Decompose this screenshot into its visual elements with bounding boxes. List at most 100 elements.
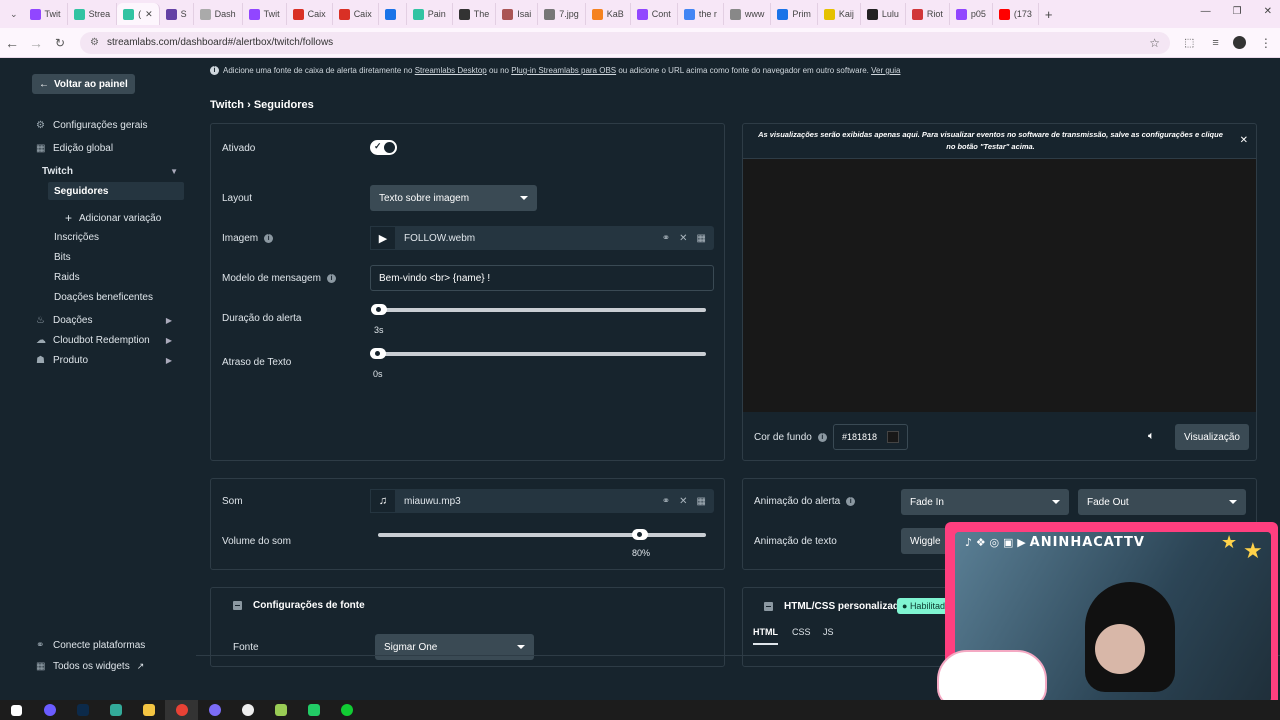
streamlabs-desktop-link[interactable]: Streamlabs Desktop: [415, 66, 487, 75]
sound-file-picker[interactable]: ♫ miauwu.mp3 ⚭ ✕ ▦: [370, 489, 714, 513]
gallery-icon[interactable]: ▦: [697, 496, 706, 507]
file-explorer-icon[interactable]: [132, 700, 165, 720]
browser-tab[interactable]: Lulu: [861, 3, 906, 25]
info-icon[interactable]: i: [846, 496, 856, 506]
slider-handle[interactable]: [632, 529, 649, 540]
alert-duration-slider[interactable]: [371, 304, 706, 315]
browser-tab[interactable]: Cont: [631, 3, 678, 25]
browser-tab[interactable]: Strea: [68, 3, 118, 25]
animation-in-select[interactable]: Fade In: [901, 489, 1069, 515]
browser-tab[interactable]: Twit: [24, 3, 68, 25]
browser-tab[interactable]: (173: [993, 3, 1039, 25]
enabled-toggle[interactable]: ✓: [370, 140, 397, 155]
sidebar-item-product[interactable]: ☗ Produto ▶: [36, 355, 178, 366]
close-tab-icon[interactable]: ✕: [145, 9, 153, 20]
taskbar-app[interactable]: [99, 700, 132, 720]
breadcrumb-platform[interactable]: Twitch: [210, 99, 244, 111]
taskbar-app[interactable]: [264, 700, 297, 720]
browser-tab[interactable]: [379, 3, 407, 25]
sidebar-item-charity[interactable]: Doações beneficentes: [54, 292, 153, 303]
sidebar-item-raids[interactable]: Raids: [54, 272, 80, 283]
bg-color-input[interactable]: #181818: [833, 424, 908, 450]
browser-tab[interactable]: Kaij: [818, 3, 861, 25]
sidebar-item-general-settings[interactable]: ⚙ Configurações gerais: [36, 120, 148, 131]
back-to-dashboard-button[interactable]: ← Voltar ao painel: [32, 74, 135, 94]
start-button[interactable]: [0, 700, 33, 720]
info-icon[interactable]: i: [264, 233, 274, 243]
collapse-icon[interactable]: [233, 601, 242, 610]
site-info-icon[interactable]: ⚙: [90, 37, 99, 48]
browser-tab[interactable]: Pain: [407, 3, 453, 25]
chrome-icon[interactable]: [165, 700, 198, 720]
connect-platforms-link[interactable]: ⚭ Conecte plataformas: [36, 640, 145, 651]
message-template-input[interactable]: Bem-vindo <br> {name} !: [370, 265, 714, 291]
remove-icon[interactable]: ✕: [679, 233, 687, 244]
browser-tab[interactable]: the r: [678, 3, 724, 25]
slider-handle[interactable]: [370, 348, 386, 359]
taskbar-app[interactable]: [198, 700, 231, 720]
tab-search-button[interactable]: ⌄: [4, 3, 24, 25]
browser-tab[interactable]: 7.jpg: [538, 3, 586, 25]
browser-tab[interactable]: Isai: [496, 3, 539, 25]
sidebar-item-bits[interactable]: Bits: [54, 252, 71, 263]
remove-icon[interactable]: ✕: [679, 496, 687, 507]
browser-tab[interactable]: Riot: [906, 3, 950, 25]
forward-icon[interactable]: →: [24, 35, 48, 51]
close-note-icon[interactable]: ✕: [1240, 135, 1248, 146]
obs-plugin-link[interactable]: Plug-in Streamlabs para OBS: [511, 66, 616, 75]
taskbar-app[interactable]: [231, 700, 264, 720]
tab-css[interactable]: CSS: [792, 627, 811, 637]
layout-select[interactable]: Texto sobre imagem: [370, 185, 537, 211]
volume-slider[interactable]: [378, 529, 706, 540]
browser-menu-icon[interactable]: ⋮: [1260, 36, 1272, 50]
tab-js[interactable]: JS: [823, 627, 834, 637]
browser-tab[interactable]: KaB: [586, 3, 631, 25]
info-icon[interactable]: i: [326, 273, 336, 283]
sidebar-item-donations[interactable]: ♨ Doações ▶: [36, 315, 178, 326]
browser-tab[interactable]: S: [160, 3, 194, 25]
new-tab-button[interactable]: +: [1039, 3, 1059, 25]
link-icon[interactable]: ⚭: [662, 496, 670, 507]
tab-html[interactable]: HTML: [753, 627, 778, 645]
animation-out-select[interactable]: Fade Out: [1078, 489, 1246, 515]
link-icon[interactable]: ⚭: [662, 233, 670, 244]
reload-icon[interactable]: ↻: [48, 36, 72, 50]
guide-link[interactable]: Ver guia: [871, 66, 900, 75]
image-file-picker[interactable]: ▶ FOLLOW.webm ⚭ ✕ ▦: [370, 226, 714, 250]
browser-tab[interactable]: Prim: [771, 3, 818, 25]
taskbar-app[interactable]: [33, 700, 66, 720]
taskbar-app[interactable]: [297, 700, 330, 720]
speaker-icon[interactable]: 🔈︎: [1148, 430, 1155, 443]
browser-tab[interactable]: Caix: [287, 3, 333, 25]
browser-tab[interactable]: Twit: [243, 3, 287, 25]
profile-avatar[interactable]: [1232, 36, 1246, 49]
gallery-icon[interactable]: ▦: [697, 233, 706, 244]
back-icon[interactable]: ←: [0, 35, 24, 51]
browser-tab[interactable]: The: [453, 3, 497, 25]
all-widgets-link[interactable]: ▦ Todos os widgets ↗: [36, 661, 144, 672]
restore-icon[interactable]: ❐: [1233, 6, 1242, 17]
close-window-icon[interactable]: ✕: [1264, 6, 1272, 17]
sidebar-item-twitch[interactable]: Twitch ▼: [42, 166, 184, 177]
minimize-icon[interactable]: —: [1201, 6, 1211, 17]
reading-list-icon[interactable]: ≡: [1212, 37, 1218, 49]
url-input[interactable]: ⚙ streamlabs.com/dashboard#/alertbox/twi…: [80, 31, 1170, 54]
info-icon[interactable]: i: [817, 432, 827, 442]
extensions-icon[interactable]: ⬚: [1184, 36, 1194, 49]
collapse-icon[interactable]: [764, 602, 773, 611]
browser-tab[interactable]: (✕: [117, 3, 160, 25]
browser-tab[interactable]: www: [724, 3, 772, 25]
color-swatch[interactable]: [887, 431, 899, 443]
browser-tab[interactable]: p05: [950, 3, 993, 25]
text-delay-slider[interactable]: [370, 348, 706, 359]
sidebar-item-subscriptions[interactable]: Inscrições: [54, 232, 99, 243]
browser-tab[interactable]: Dash: [194, 3, 243, 25]
taskbar-app[interactable]: [330, 700, 363, 720]
add-variation-button[interactable]: + Adicionar variação: [65, 211, 161, 225]
sidebar-item-global-edit[interactable]: ▦ Edição global: [36, 143, 113, 154]
bookmark-star-icon[interactable]: ☆: [1149, 36, 1160, 50]
font-select[interactable]: Sigmar One: [375, 634, 534, 660]
preview-button[interactable]: Visualização: [1175, 424, 1249, 450]
slider-handle[interactable]: [371, 304, 387, 315]
browser-tab[interactable]: Caix: [333, 3, 379, 25]
